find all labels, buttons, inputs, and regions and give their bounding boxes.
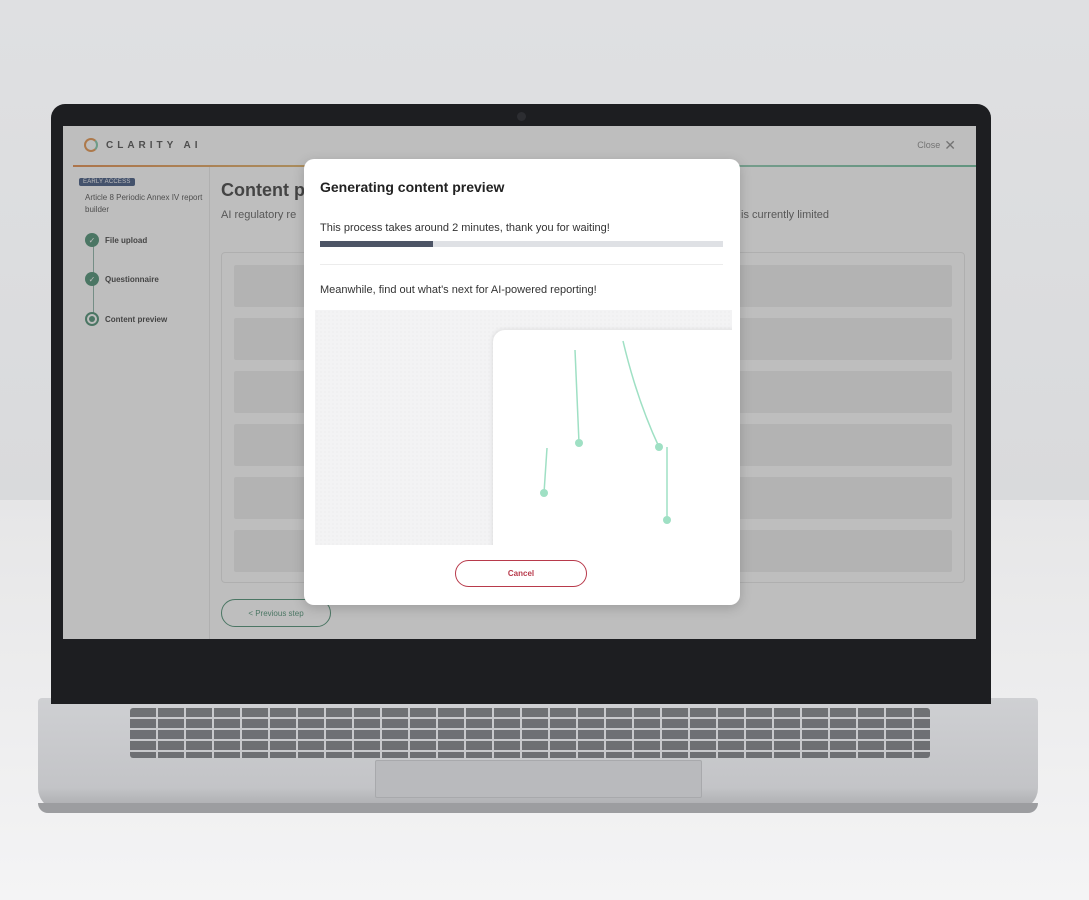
- generating-modal: Generating content preview This process …: [304, 159, 740, 605]
- connector-dot: [663, 516, 671, 524]
- progress-bar: [320, 241, 723, 247]
- illustration-lines: [540, 340, 671, 524]
- illustration: [315, 310, 732, 545]
- connector-dot: [540, 489, 548, 497]
- webcam-icon: [517, 112, 526, 121]
- connector-line: [574, 349, 580, 444]
- connector-line: [622, 340, 660, 448]
- progress-fill: [320, 241, 433, 247]
- laptop-screen: CLARITY AI Close ✕ EARLY ACCESS Article …: [63, 126, 976, 639]
- connector-dot: [655, 443, 663, 451]
- process-text: This process takes around 2 minutes, tha…: [320, 222, 610, 234]
- connector-line: [543, 447, 548, 494]
- laptop-trackpad: [375, 760, 702, 798]
- modal-title: Generating content preview: [320, 179, 505, 195]
- cancel-button[interactable]: Cancel: [455, 560, 587, 587]
- laptop-base-edge: [38, 803, 1038, 813]
- divider: [320, 264, 723, 265]
- laptop-keyboard: [130, 708, 930, 758]
- connector-dot: [575, 439, 583, 447]
- meanwhile-text: Meanwhile, find out what's next for AI-p…: [320, 284, 597, 296]
